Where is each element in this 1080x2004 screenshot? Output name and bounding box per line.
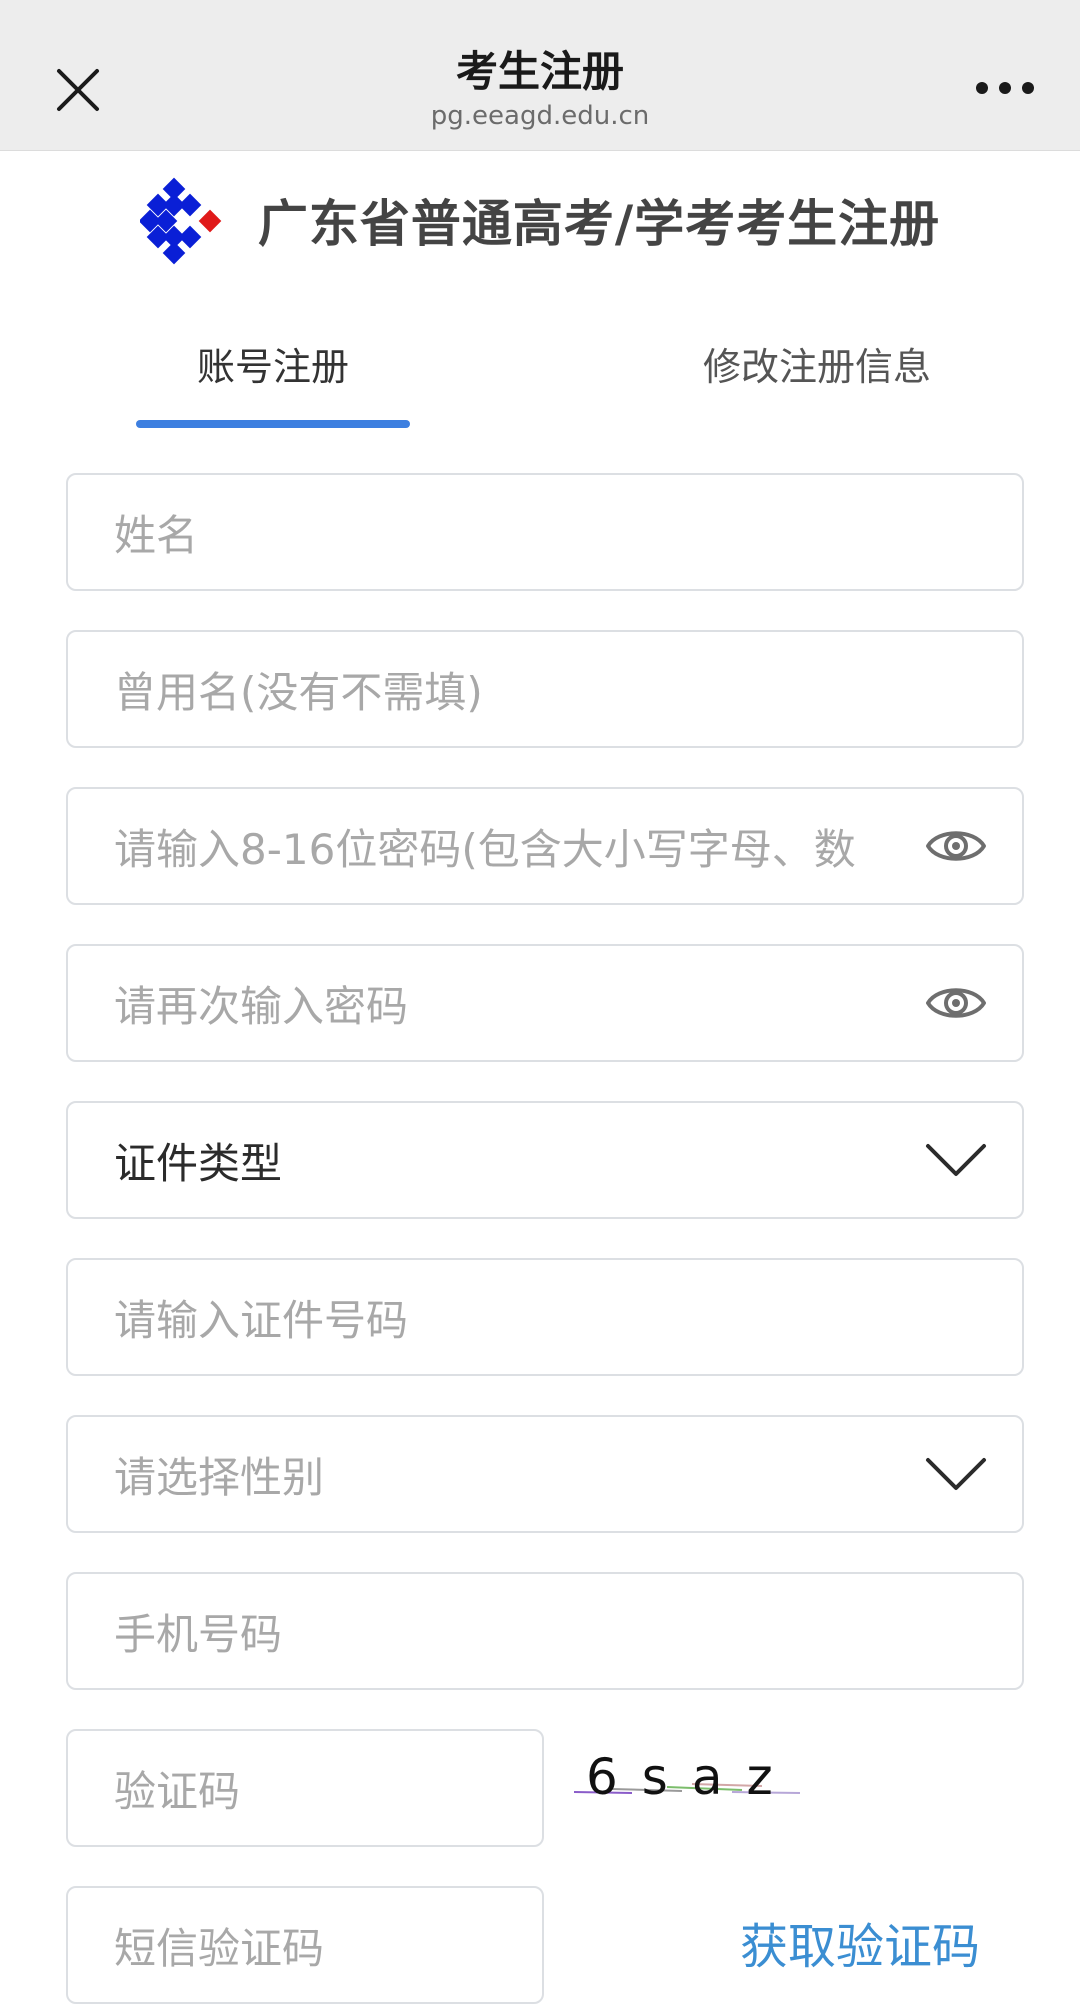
get-sms-code-button[interactable]: 获取验证码 [740,1910,1040,1984]
page-url: pg.eeagd.edu.cn [430,101,650,131]
toggle-password-confirm-visibility[interactable] [916,973,996,1033]
gender-dropdown-toggle[interactable] [916,1444,996,1504]
tab-bar: 账号注册 修改注册信息 [0,330,1080,430]
captcha-image[interactable]: 6saz [572,1740,802,1810]
phone-input[interactable]: 手机号码 [66,1572,1024,1690]
id-number-placeholder: 请输入证件号码 [114,1295,409,1345]
gender-select[interactable]: 请选择性别 [66,1415,1024,1533]
phone-placeholder: 手机号码 [114,1609,283,1659]
tab-label: 账号注册 [196,345,349,389]
eye-icon [926,988,986,1018]
gender-selected: 请选择性别 [114,1452,325,1502]
more-button[interactable] [970,68,1040,108]
more-icon [976,82,1034,94]
captcha-placeholder: 验证码 [114,1766,241,1816]
id-type-dropdown-toggle[interactable] [916,1130,996,1190]
password-confirm-input[interactable]: 请再次输入密码 [66,944,1024,1062]
tab-label: 修改注册信息 [702,345,931,389]
password-confirm-placeholder: 请再次输入密码 [114,981,409,1031]
brand-logo-icon [139,177,222,265]
name-input[interactable]: 姓名 [66,473,1024,591]
id-type-selected: 证件类型 [114,1138,283,1188]
brand-header: 广东省普通高考/学考考生注册 [0,170,1080,270]
toggle-password-visibility[interactable] [916,816,996,876]
eye-icon [926,831,986,861]
former-name-placeholder: 曾用名(没有不需填) [114,667,483,717]
password-input[interactable]: 请输入8-16位密码(包含大小写字母、数 [66,787,1024,905]
top-bar: 考生注册 pg.eeagd.edu.cn [0,0,1080,151]
sms-code-input[interactable]: 短信验证码 [66,1886,544,2004]
tab-modify-registration[interactable]: 修改注册信息 [680,330,954,430]
active-tab-indicator [136,420,410,428]
tab-account-register[interactable]: 账号注册 [136,330,410,430]
chevron-down-icon [926,1144,986,1176]
sms-code-placeholder: 短信验证码 [114,1923,325,1973]
id-number-input[interactable]: 请输入证件号码 [66,1258,1024,1376]
name-placeholder: 姓名 [114,510,199,560]
brand-title: 广东省普通高考/学考考生注册 [257,195,941,253]
page-title: 考生注册 [455,47,624,96]
id-type-select[interactable]: 证件类型 [66,1101,1024,1219]
chevron-down-icon [926,1458,986,1490]
former-name-input[interactable]: 曾用名(没有不需填) [66,630,1024,748]
password-placeholder: 请输入8-16位密码(包含大小写字母、数 [114,824,856,874]
captcha-input[interactable]: 验证码 [66,1729,544,1847]
captcha-text: 6saz [586,1748,797,1806]
